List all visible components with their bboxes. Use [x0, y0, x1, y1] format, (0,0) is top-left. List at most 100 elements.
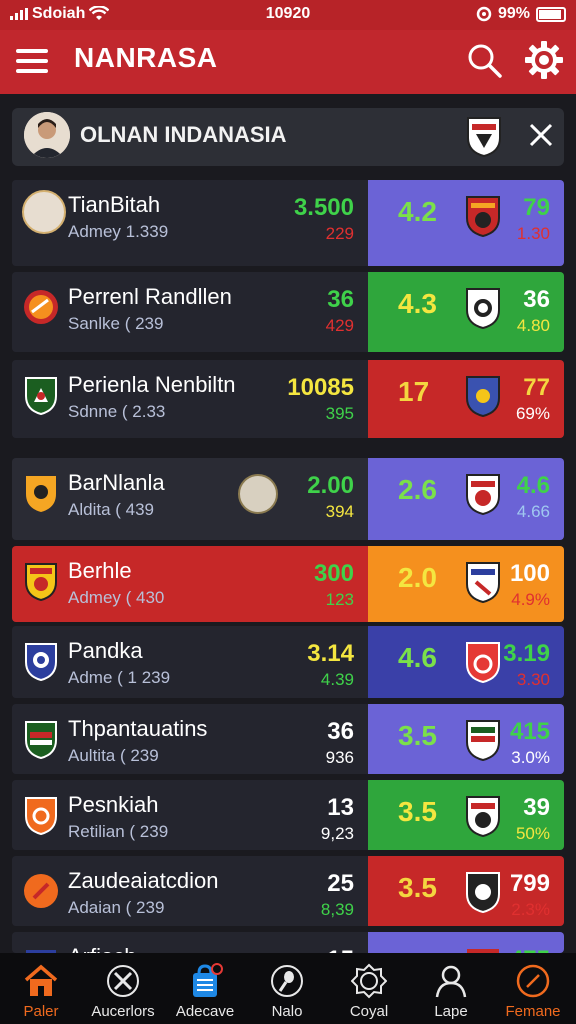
team-name: TianBitah	[68, 192, 161, 217]
primary-value: 36	[327, 718, 354, 745]
list-item[interactable]: BarNlanla Aldita ( 439 2.00 394 2.6 4.6 4.66	[12, 458, 564, 540]
odds-value: 3.5	[398, 872, 437, 903]
odds-panel[interactable]: 2.6 4.6 4.66	[368, 458, 564, 540]
list-item[interactable]: Arfioch 15 2.5475	[12, 932, 564, 953]
secondary-value: 123	[325, 590, 354, 609]
team-logo-icon	[22, 946, 60, 953]
team-name: Thpantauatins	[68, 716, 208, 741]
nav-label: Nalo	[271, 1003, 303, 1020]
odds-panel[interactable]: 2.0 100 4.9%	[368, 546, 564, 622]
team-subtitle: Retilian ( 239	[68, 822, 169, 841]
opponent-value: 4.6	[516, 472, 550, 499]
primary-value: 3.500	[293, 194, 354, 221]
opponent-value: 79	[523, 194, 550, 221]
nav-item-nalo[interactable]: Nalo	[246, 953, 328, 1024]
nav-item-aucerlors[interactable]: Aucerlors	[82, 953, 164, 1024]
team-subtitle: Aldita ( 439	[68, 500, 154, 519]
primary-value: 10085	[287, 374, 354, 401]
nav-label: Femane	[505, 1003, 561, 1020]
odds-panel[interactable]: 3.5 39 50%	[368, 780, 564, 850]
nav-item-lape[interactable]: Lape	[410, 953, 492, 1024]
team-panel: Berhle Admey ( 430 300 123	[12, 546, 368, 622]
team-panel: Pesnkiah Retilian ( 239 13 9,23	[12, 780, 368, 850]
opponent-subvalue: 4.9%	[511, 590, 550, 609]
opponent-logo-icon	[464, 794, 502, 838]
odds-value: 2.6	[398, 474, 437, 505]
team-panel: TianBitah Admey 1.339 3.500 229	[12, 180, 368, 266]
team-name: Perienla Nenbiltn	[68, 372, 236, 397]
opponent-subvalue: 4.66	[516, 502, 550, 521]
team-panel: Pandka Adme ( 1 239 3.14 4.39	[12, 626, 368, 698]
team-subtitle: Sdnne ( 2.33	[68, 402, 166, 421]
avatar	[24, 112, 70, 158]
primary-value: 36	[327, 286, 354, 313]
team-name: BarNlanla	[68, 470, 165, 495]
team-subtitle: Sanlke ( 239	[68, 314, 164, 333]
secondary-value: 9,23	[320, 824, 354, 843]
list-item[interactable]: TianBitah Admey 1.339 3.500 229 4.2 79 1.30	[12, 180, 564, 266]
team-subtitle: Admey 1.339	[68, 222, 169, 241]
opponent-subvalue: 3.30	[516, 670, 550, 689]
primary-value: 300	[313, 560, 354, 587]
odds-value: 3.5	[398, 796, 437, 827]
list-item[interactable]: Zaudeaiatcdion Adaian ( 239 25 8,39 3.5 799 2.…	[12, 856, 564, 926]
team-logo-icon	[22, 472, 60, 514]
team-name: Berhle	[68, 558, 132, 583]
search-icon[interactable]	[464, 40, 504, 80]
avatar	[22, 190, 66, 234]
team-name: Arfioch	[68, 944, 136, 953]
odds-panel[interactable]: 17 77 69%	[368, 360, 564, 438]
odds-panel[interactable]: 2.5475	[368, 932, 564, 953]
battery-icon	[536, 6, 566, 22]
opponent-value: 39	[523, 794, 550, 821]
badge-icon	[351, 963, 387, 999]
gear-icon[interactable]	[522, 38, 566, 82]
list-item[interactable]: Perrenl Randllen Sanlke ( 239 36 429 4.3 36 4.…	[12, 272, 564, 352]
status-right: 99%	[476, 5, 566, 23]
list-item[interactable]: Berhle Admey ( 430 300 123 2.0 100 4.9%	[12, 546, 564, 622]
opponent-value: 799	[509, 870, 550, 897]
odds-value: 2.0	[398, 562, 437, 593]
list-item[interactable]: Pesnkiah Retilian ( 239 13 9,23 3.5 39 50%	[12, 780, 564, 850]
odds-panel[interactable]: 3.5 415 3.0%	[368, 704, 564, 774]
team-panel: Thpantauatins Aultita ( 239 36 936	[12, 704, 368, 774]
odds-value: 4.6	[398, 642, 437, 673]
odds-panel[interactable]: 4.6 3.19 3.30	[368, 626, 564, 698]
app-bar: NANRASA	[0, 30, 576, 94]
odds-panel[interactable]: 4.3 36 4.80	[368, 272, 564, 352]
featured-card[interactable]: OLNAN INDANASIA	[12, 108, 564, 166]
odds-value: 4.3	[398, 288, 437, 319]
odds-panel[interactable]: 4.2 79 1.30	[368, 180, 564, 266]
odds-value: 4.2	[398, 196, 437, 227]
team-panel: Zaudeaiatcdion Adaian ( 239 25 8,39	[12, 856, 368, 926]
nav-item-femane[interactable]: Femane	[492, 953, 574, 1024]
opponent-value: 475	[510, 946, 550, 953]
close-icon[interactable]	[526, 120, 556, 150]
opponent-logo-icon	[464, 374, 502, 418]
team-name: Zaudeaiatcdion	[68, 868, 219, 893]
nav-item-paler[interactable]: Paler	[0, 953, 82, 1024]
menu-icon[interactable]	[16, 46, 48, 76]
nav-item-adecave[interactable]: Adecave	[164, 953, 246, 1024]
team-panel: Perienla Nenbiltn Sdnne ( 2.33 10085 395	[12, 360, 368, 438]
list-item[interactable]: Thpantauatins Aultita ( 239 36 936 3.5 415 3.0…	[12, 704, 564, 774]
opponent-subvalue: 3.0%	[511, 748, 550, 767]
secondary-value: 395	[325, 404, 354, 423]
opponent-value: 100	[509, 560, 550, 587]
list-item[interactable]: Perienla Nenbiltn Sdnne ( 2.33 10085 395 17 7…	[12, 360, 564, 438]
nav-item-coyal[interactable]: Coyal	[328, 953, 410, 1024]
bottom-nav: Paler Aucerlors Adecave Nalo Coyal Lape …	[0, 953, 576, 1024]
secondary-value: 394	[325, 502, 354, 521]
racket-icon	[271, 965, 303, 997]
team-subtitle: Adme ( 1 239	[68, 668, 171, 687]
team-logo-icon	[22, 640, 60, 682]
opponent-logo-icon	[464, 194, 502, 238]
list-item[interactable]: Pandka Adme ( 1 239 3.14 4.39 4.6 3.19 3.30	[12, 626, 564, 698]
team-subtitle: Aultita ( 239	[68, 746, 159, 765]
team-name: Perrenl Randllen	[68, 284, 232, 309]
secondary-value: 4.39	[320, 670, 354, 689]
status-bar: Sdoiah 10920 99%	[0, 0, 576, 30]
odds-panel[interactable]: 3.5 799 2.3%	[368, 856, 564, 926]
compass-icon	[516, 964, 550, 998]
team-logo-icon	[22, 718, 60, 760]
